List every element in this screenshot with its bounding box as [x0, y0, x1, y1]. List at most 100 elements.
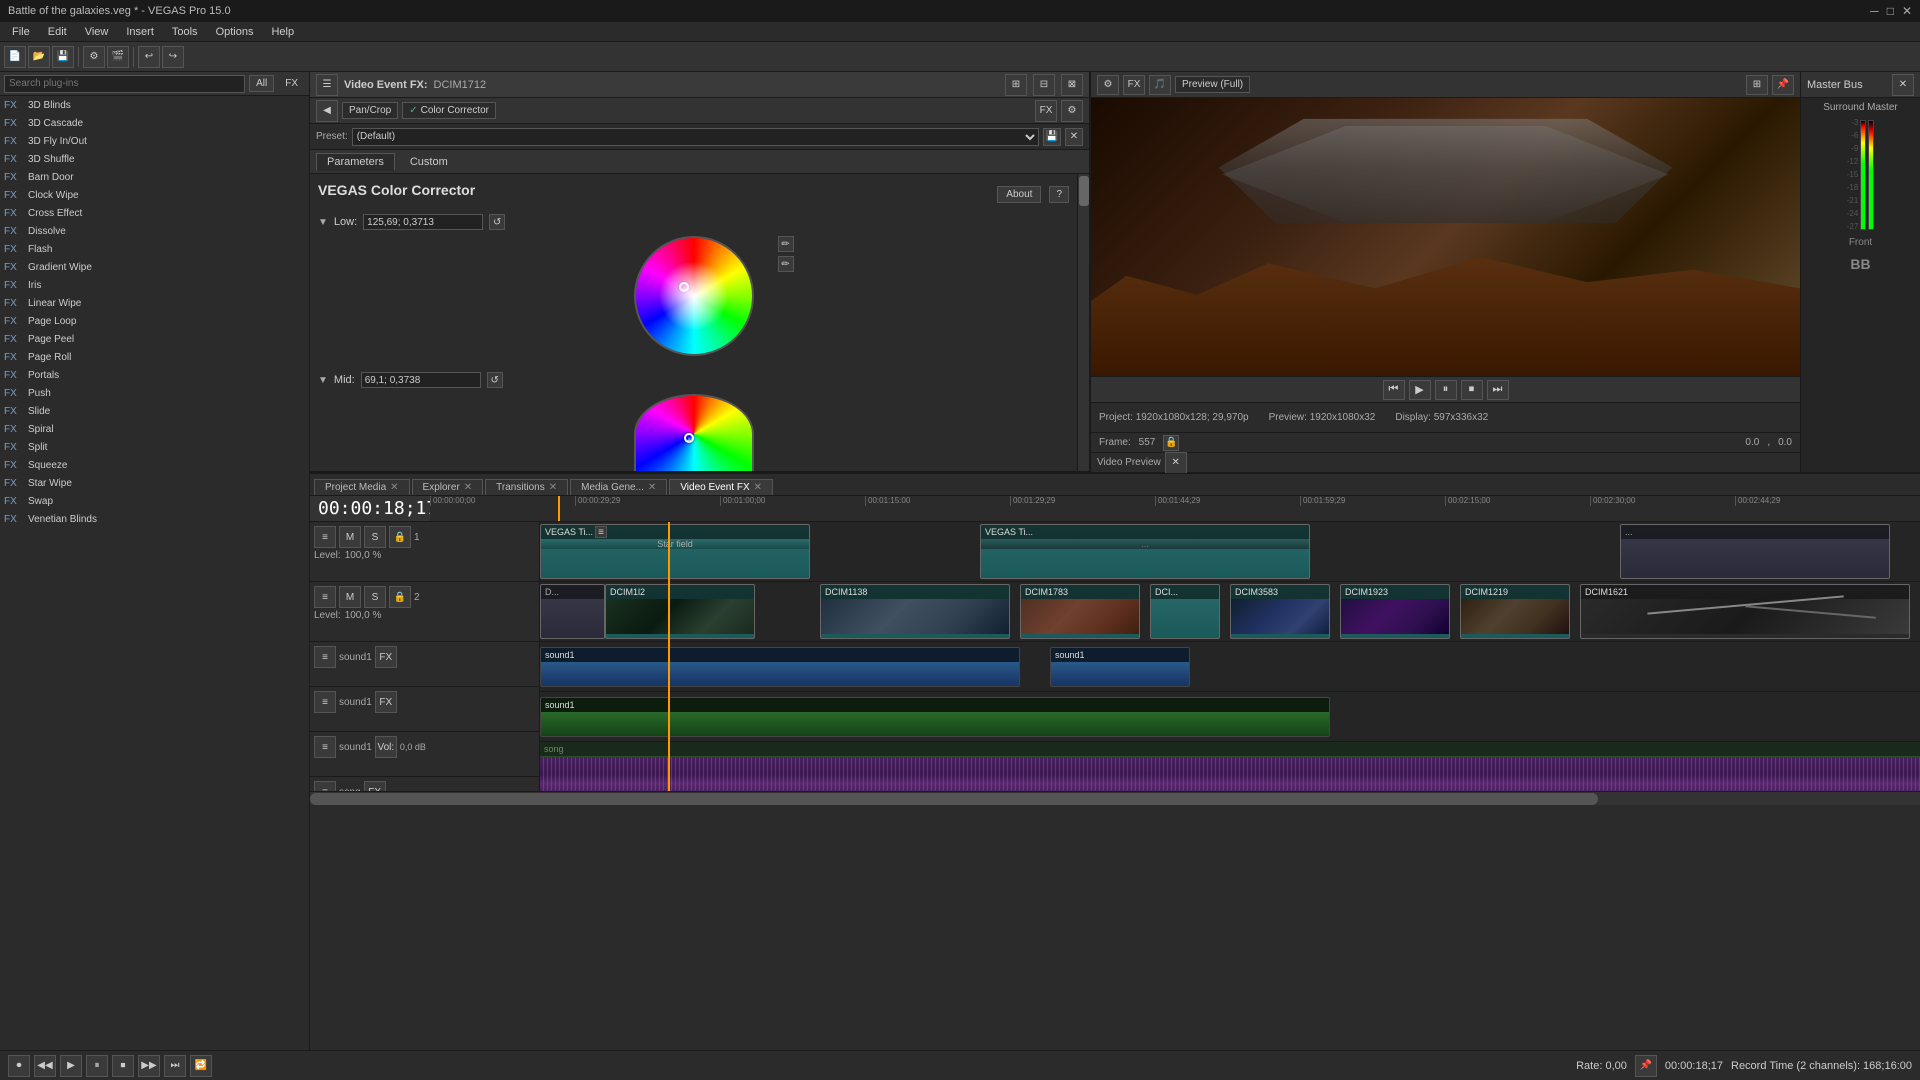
tab-close[interactable]: ✕ [549, 482, 557, 493]
plugin-item-venetian-blinds[interactable]: FXVenetian Blinds [0, 510, 309, 528]
plugin-item-cross-effect[interactable]: FXCross Effect [0, 204, 309, 222]
cc-low-eyedropper2[interactable]: ✏ [778, 256, 794, 272]
fx-chain-arrow[interactable]: ◀ [316, 100, 338, 122]
stop-button[interactable]: ⏹ [1461, 380, 1483, 400]
fx-scroll-thumb[interactable] [1079, 176, 1089, 206]
track-expand-a3[interactable]: ≡ [314, 736, 336, 758]
audio-clip-2[interactable]: sound1 [1050, 647, 1190, 687]
plugin-item-3d-shuffle[interactable]: FX3D Shuffle [0, 150, 309, 168]
plugins-tab-all[interactable]: All [249, 75, 274, 92]
fx-grid-view1[interactable]: ⊞ [1005, 74, 1027, 96]
cc-mid-reset[interactable]: ↺ [487, 372, 503, 388]
plugin-item-page-roll[interactable]: FXPage Roll [0, 348, 309, 366]
cc-low-eyedropper1[interactable]: ✏ [778, 236, 794, 252]
cc-mid-arrow[interactable]: ▼ [318, 375, 328, 386]
video-clip-2f[interactable]: DCIM3583 [1230, 584, 1330, 639]
about-button[interactable]: About [997, 186, 1041, 203]
plugins-tab-fx[interactable]: FX [278, 75, 305, 92]
tab-close[interactable]: ✕ [390, 482, 398, 493]
video-clip-2d[interactable]: DCIM1783 [1020, 584, 1140, 639]
settings-button[interactable]: ⚙ [83, 46, 105, 68]
transport-pause[interactable]: ⏸ [86, 1055, 108, 1077]
video-clip-2i[interactable]: DCIM1621 [1580, 584, 1910, 639]
search-input[interactable] [4, 75, 245, 93]
cc-low-arrow[interactable]: ▼ [318, 217, 328, 228]
color-wheel-mid[interactable]: + [634, 394, 754, 471]
minimize-button[interactable]: ─ [1870, 4, 1879, 18]
bottom-tab-explorer[interactable]: Explorer✕ [412, 479, 484, 495]
cc-low-value[interactable] [363, 214, 483, 230]
fx-chain-settings[interactable]: ⚙ [1061, 100, 1083, 122]
menu-item-options[interactable]: Options [208, 24, 262, 40]
video-clip-2a[interactable]: D... [540, 584, 605, 639]
wheel-mid-cursor[interactable]: + [684, 433, 694, 443]
track-solo-1[interactable]: S [364, 526, 386, 548]
preview-grid-button[interactable]: ⊞ [1746, 75, 1768, 95]
audio-clip-3[interactable]: sound1 [540, 697, 1330, 737]
transport-play[interactable]: ▶ [60, 1055, 82, 1077]
play-button[interactable]: ▶ [1409, 380, 1431, 400]
track-expand-a1[interactable]: ≡ [314, 646, 336, 668]
video-clip-1a[interactable]: VEGAS Ti... ≡ Star field [540, 524, 810, 579]
audio-clip-1[interactable]: sound1 [540, 647, 1020, 687]
plugin-item-page-peel[interactable]: FXPage Peel [0, 330, 309, 348]
bottom-tab-project-media[interactable]: Project Media✕ [314, 479, 410, 495]
timeline-scrollbar[interactable] [310, 791, 1920, 805]
plugin-item-clock-wipe[interactable]: FXClock Wipe [0, 186, 309, 204]
fx-chain-pancrop[interactable]: Pan/Crop [342, 102, 398, 119]
plugin-item-star-wipe[interactable]: FXStar Wipe [0, 474, 309, 492]
tab-parameters[interactable]: Parameters [316, 153, 395, 171]
plugin-item-dissolve[interactable]: FXDissolve [0, 222, 309, 240]
menu-item-edit[interactable]: Edit [40, 24, 75, 40]
plugin-item-gradient-wipe[interactable]: FXGradient Wipe [0, 258, 309, 276]
track-fx-song[interactable]: FX [364, 781, 386, 791]
plugin-item-swap[interactable]: FXSwap [0, 492, 309, 510]
redo-button[interactable]: ↪ [162, 46, 184, 68]
fx-chain-fx-button[interactable]: FX [1035, 100, 1057, 122]
video-clip-2g[interactable]: DCIM1923 [1340, 584, 1450, 639]
fx-panel-menu-button[interactable]: ☰ [316, 74, 338, 96]
save-button[interactable]: 💾 [52, 46, 74, 68]
menu-item-file[interactable]: File [4, 24, 38, 40]
track-expand-1[interactable]: ≡ [314, 526, 336, 548]
transport-record[interactable]: ⏺ [8, 1055, 30, 1077]
menu-item-insert[interactable]: Insert [118, 24, 162, 40]
plugin-item-linear-wipe[interactable]: FXLinear Wipe [0, 294, 309, 312]
plugin-item-portals[interactable]: FXPortals [0, 366, 309, 384]
preview-full-label[interactable]: Preview (Full) [1175, 76, 1250, 93]
wheel-low-cursor[interactable]: + [679, 282, 689, 292]
preview-snap-button[interactable]: 📌 [1772, 75, 1794, 95]
fx-chain-corrector[interactable]: ✓ Color Corrector [402, 102, 496, 119]
track-vol-a3[interactable]: Vol: [375, 736, 397, 758]
menu-item-help[interactable]: Help [263, 24, 302, 40]
menu-item-view[interactable]: View [77, 24, 117, 40]
tab-close[interactable]: ✕ [648, 482, 656, 493]
plugin-item-3d-cascade[interactable]: FX3D Cascade [0, 114, 309, 132]
tab-close[interactable]: ✕ [464, 482, 472, 493]
video-clip-1c[interactable]: ... [1620, 524, 1890, 579]
track-fx-a1[interactable]: FX [375, 646, 397, 668]
close-button[interactable]: ✕ [1902, 4, 1912, 18]
plugin-item-split[interactable]: FXSplit [0, 438, 309, 456]
plugin-item-squeeze[interactable]: FXSqueeze [0, 456, 309, 474]
plugin-item-3d-blinds[interactable]: FX3D Blinds [0, 96, 309, 114]
transport-loop[interactable]: 🔁 [190, 1055, 212, 1077]
maximize-button[interactable]: □ [1887, 4, 1894, 18]
preview-eq-button[interactable]: 🎵 [1149, 75, 1171, 95]
cc-mid-value[interactable] [361, 372, 481, 388]
video-clip-2c[interactable]: DCIM1138 [820, 584, 1010, 639]
plugin-item-page-loop[interactable]: FXPage Loop [0, 312, 309, 330]
preview-settings-button[interactable]: ⚙ [1097, 75, 1119, 95]
transport-next-frame[interactable]: ▶▶ [138, 1055, 160, 1077]
track-lock-2[interactable]: 🔒 [389, 586, 411, 608]
plugin-item-push[interactable]: FXPush [0, 384, 309, 402]
fx-scrollbar[interactable] [1077, 174, 1089, 471]
pause-button[interactable]: ⏸ [1435, 380, 1457, 400]
preview-fx-button[interactable]: FX [1123, 75, 1145, 95]
tab-custom[interactable]: Custom [399, 153, 459, 171]
track-fx-a2[interactable]: FX [375, 691, 397, 713]
plugin-item-barn-door[interactable]: FXBarn Door [0, 168, 309, 186]
undo-button[interactable]: ↩ [138, 46, 160, 68]
fx-grid-view2[interactable]: ⊟ [1033, 74, 1055, 96]
track-lock-1[interactable]: 🔒 [389, 526, 411, 548]
